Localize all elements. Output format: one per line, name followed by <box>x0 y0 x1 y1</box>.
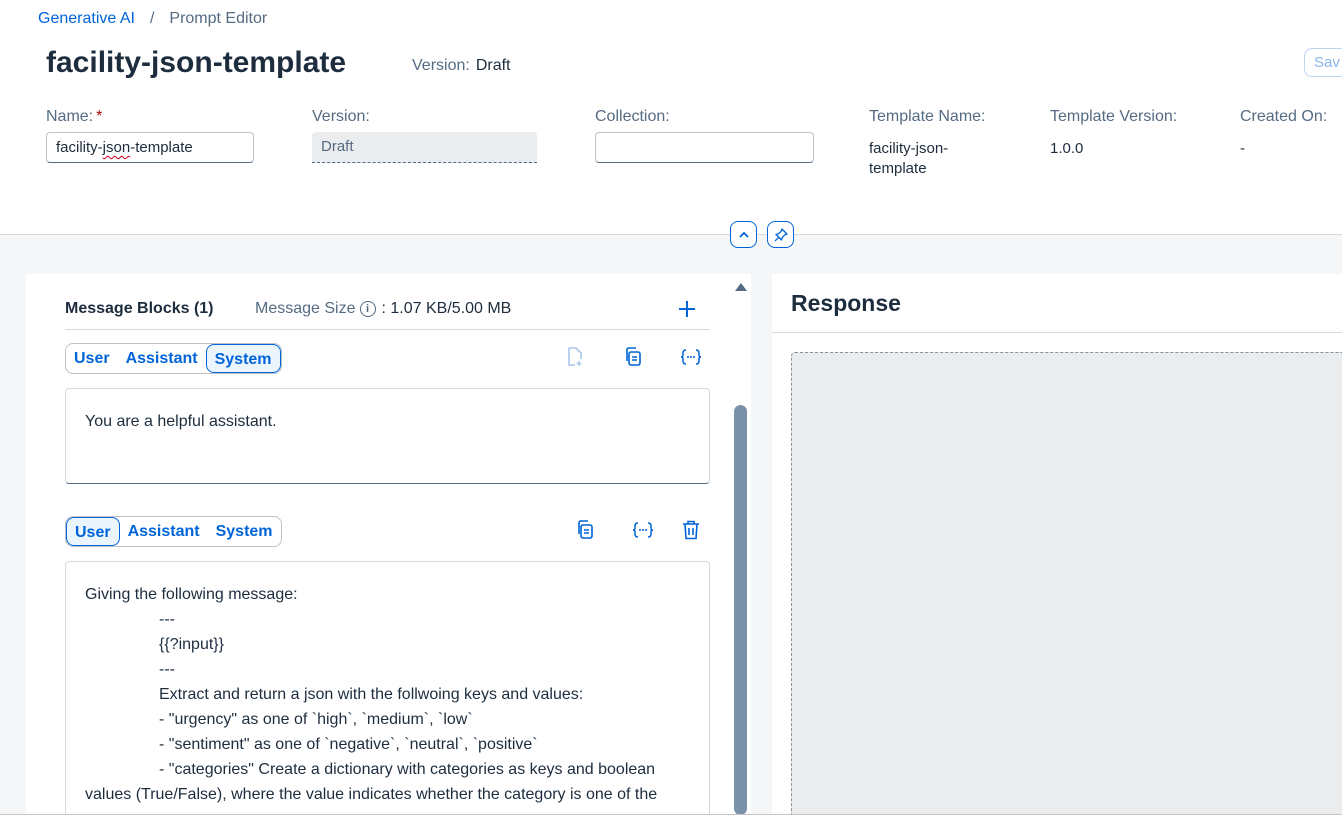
required-marker: * <box>96 108 103 125</box>
variable-icon[interactable] <box>632 521 654 544</box>
template-name-label: Template Name: <box>869 108 986 125</box>
copy-icon[interactable] <box>624 347 642 372</box>
role-assistant-option[interactable]: Assistant <box>118 344 206 373</box>
message-blocks-panel: Message Blocks (1) Message Size i : 1.07… <box>26 274 751 814</box>
role-assistant-option[interactable]: Assistant <box>120 517 208 546</box>
scrollbar-thumb[interactable] <box>734 405 747 815</box>
created-on-value: - <box>1240 140 1245 157</box>
prompt-line: - "sentiment" as one of `negative`, `neu… <box>159 736 538 753</box>
role-system-option[interactable]: System <box>205 344 281 373</box>
prompt-line: Extract and return a json with the follw… <box>159 686 584 703</box>
pin-header-button[interactable] <box>767 221 794 248</box>
prompt-line: --- <box>159 611 175 628</box>
version-field: Draft <box>312 132 537 163</box>
page-header: Generative AI / Prompt Editor facility-j… <box>0 0 1342 235</box>
version-label: Version: <box>312 108 370 125</box>
pin-icon <box>774 227 788 241</box>
name-input[interactable]: facility-json-template <box>46 132 254 163</box>
name-label-text: Name: <box>46 108 94 125</box>
divider <box>65 329 710 330</box>
template-version-value: 1.0.0 <box>1050 140 1084 157</box>
message-size: Message Size i : 1.07 KB/5.00 MB <box>255 300 511 318</box>
plus-icon <box>679 301 695 317</box>
role-selector-block-2: User Assistant System <box>65 516 282 547</box>
template-version-label: Template Version: <box>1050 108 1178 125</box>
breadcrumb-generative-ai[interactable]: Generative AI <box>38 10 135 28</box>
variable-icon[interactable] <box>680 348 702 371</box>
bottom-bar <box>0 814 1342 823</box>
breadcrumb-prompt-editor: Prompt Editor <box>169 10 268 27</box>
message-block-2-content[interactable]: Giving the following message: --- {{?inp… <box>65 561 710 814</box>
template-name-value: facility-json-template <box>869 140 949 177</box>
save-button[interactable]: Sav <box>1304 48 1342 77</box>
prompt-line: values (True/False), where the value ind… <box>85 786 658 803</box>
title-version-label: Version: <box>412 57 470 74</box>
collection-label: Collection: <box>595 108 670 125</box>
prompt-line: {{?input}} <box>159 636 224 653</box>
chevron-up-icon <box>738 231 749 238</box>
page-title: facility-json-template <box>46 46 347 79</box>
add-file-icon[interactable] <box>566 347 584 372</box>
scroll-up-arrow[interactable] <box>735 283 747 291</box>
title-version: Version: Draft <box>412 57 510 75</box>
divider <box>772 332 1342 333</box>
breadcrumb: Generative AI / Prompt Editor <box>38 10 267 28</box>
breadcrumb-separator: / <box>149 10 155 27</box>
message-block-1-content[interactable]: You are a helpful assistant. <box>65 388 710 484</box>
info-icon[interactable]: i <box>359 301 376 317</box>
delete-icon[interactable] <box>682 520 700 545</box>
collapse-header-button[interactable] <box>730 221 757 248</box>
collection-input[interactable] <box>595 132 814 163</box>
role-selector-block-1: User Assistant System <box>65 343 282 374</box>
title-version-value: Draft <box>475 57 511 74</box>
created-on-label: Created On: <box>1240 108 1328 125</box>
prompt-line: - "urgency" as one of `high`, `medium`, … <box>159 711 473 728</box>
message-size-label: Message Size <box>255 300 356 317</box>
prompt-line: --- <box>159 661 175 678</box>
message-blocks-title: Message Blocks (1) <box>65 300 214 317</box>
message-size-value: : 1.07 KB/5.00 MB <box>381 300 512 317</box>
role-user-option[interactable]: User <box>66 344 118 373</box>
response-title: Response <box>791 290 901 316</box>
response-panel: Response <box>772 274 1342 822</box>
name-label: Name: * <box>46 108 102 126</box>
response-area <box>791 352 1342 822</box>
role-system-option[interactable]: System <box>208 517 281 546</box>
prompt-line: Giving the following message: <box>85 586 298 603</box>
role-user-option[interactable]: User <box>66 517 120 546</box>
copy-icon[interactable] <box>576 520 594 545</box>
add-message-block-button[interactable] <box>678 294 696 325</box>
prompt-line: - "categories" Create a dictionary with … <box>159 761 656 778</box>
